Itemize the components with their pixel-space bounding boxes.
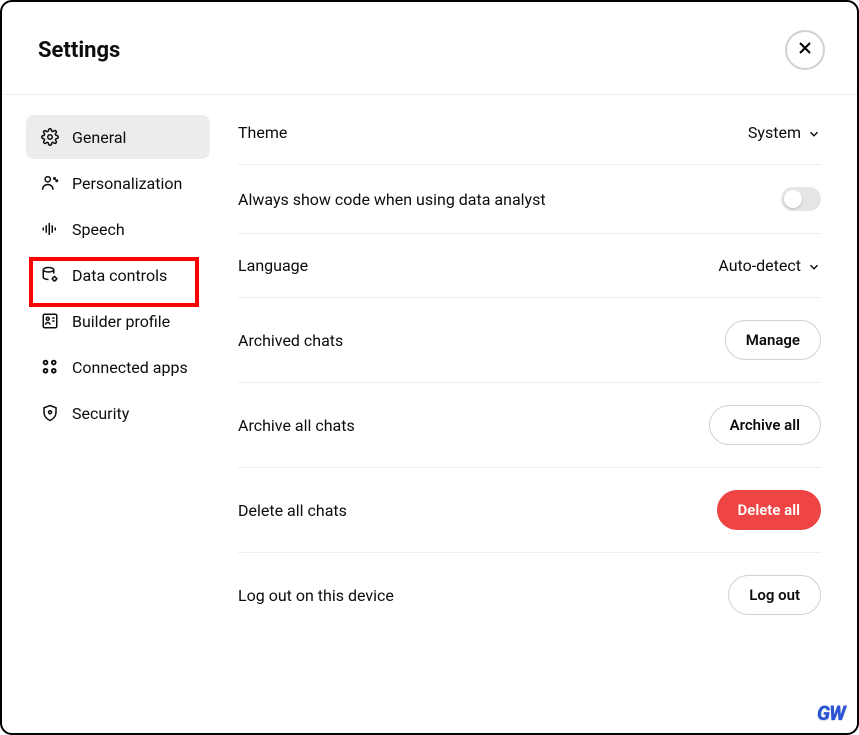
close-button[interactable]: [785, 30, 825, 70]
sidebar-item-security[interactable]: Security: [26, 391, 210, 435]
logout-label: Log out on this device: [238, 586, 394, 605]
language-row: Language Auto-detect: [238, 234, 821, 298]
archive-all-row: Archive all chats Archive all: [238, 383, 821, 468]
sidebar-item-data-controls[interactable]: Data controls: [26, 253, 210, 297]
delete-all-label: Delete all chats: [238, 501, 347, 520]
manage-archived-button[interactable]: Manage: [725, 320, 821, 360]
archive-all-label: Archive all chats: [238, 416, 355, 435]
sidebar-item-label: Connected apps: [72, 358, 188, 377]
person-icon: [40, 173, 60, 193]
gear-icon: [40, 127, 60, 147]
archived-chats-label: Archived chats: [238, 331, 343, 350]
shield-icon: [40, 403, 60, 423]
theme-label: Theme: [238, 123, 287, 142]
theme-row: Theme System: [238, 115, 821, 165]
archived-chats-row: Archived chats Manage: [238, 298, 821, 383]
close-icon: [797, 40, 813, 61]
sidebar-item-label: Data controls: [72, 266, 167, 285]
sidebar-item-label: Speech: [72, 220, 125, 239]
sidebar-item-label: Builder profile: [72, 312, 170, 331]
speech-icon: [40, 219, 60, 239]
sidebar-item-builder-profile[interactable]: Builder profile: [26, 299, 210, 343]
profile-card-icon: [40, 311, 60, 331]
delete-all-row: Delete all chats Delete all: [238, 468, 821, 553]
always-code-toggle[interactable]: [781, 187, 821, 211]
language-value: Auto-detect: [718, 256, 801, 275]
always-code-row: Always show code when using data analyst: [238, 165, 821, 234]
dialog-header: Settings: [2, 2, 857, 95]
language-dropdown[interactable]: Auto-detect: [718, 256, 821, 275]
archive-all-button[interactable]: Archive all: [709, 405, 821, 445]
chevron-down-icon: [807, 126, 821, 140]
theme-value: System: [748, 123, 801, 142]
watermark: GW: [817, 701, 845, 725]
delete-all-button[interactable]: Delete all: [717, 490, 822, 530]
sidebar-item-label: Personalization: [72, 174, 182, 193]
theme-dropdown[interactable]: System: [748, 123, 821, 142]
sidebar-item-label: Security: [72, 404, 129, 423]
sidebar-item-general[interactable]: General: [26, 115, 210, 159]
sidebar-item-label: General: [72, 128, 126, 147]
language-label: Language: [238, 256, 308, 275]
chevron-down-icon: [807, 259, 821, 273]
database-icon: [40, 265, 60, 285]
always-code-label: Always show code when using data analyst: [238, 190, 546, 209]
dialog-content: General Personalization Speech Data cont…: [2, 95, 857, 637]
sidebar-item-speech[interactable]: Speech: [26, 207, 210, 251]
page-title: Settings: [38, 38, 120, 63]
apps-icon: [40, 357, 60, 377]
sidebar: General Personalization Speech Data cont…: [2, 115, 222, 637]
sidebar-item-personalization[interactable]: Personalization: [26, 161, 210, 205]
settings-main: Theme System Always show code when using…: [222, 115, 857, 637]
sidebar-item-connected-apps[interactable]: Connected apps: [26, 345, 210, 389]
logout-button[interactable]: Log out: [728, 575, 821, 615]
logout-row: Log out on this device Log out: [238, 553, 821, 637]
